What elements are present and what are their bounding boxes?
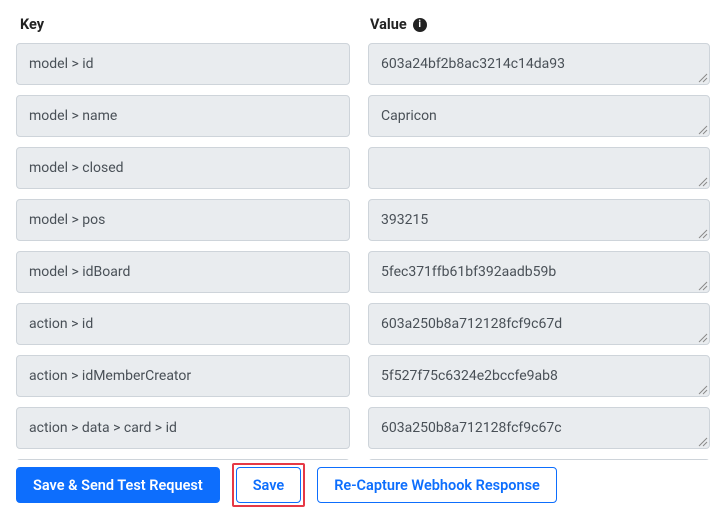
key-cell[interactable]: model > name	[16, 95, 350, 137]
key-cell[interactable]: model > closed	[16, 147, 350, 189]
value-text: 603a250b8a712128fcf9c67c	[381, 420, 562, 436]
value-text: 393215	[381, 212, 428, 228]
key-cell[interactable]: model > pos	[16, 199, 350, 241]
key-cell[interactable]: action > id	[16, 303, 350, 345]
table-row: model > idBoard 5fec371ffb61bf392aadb59b	[16, 251, 710, 293]
table-row: action > id 603a250b8a712128fcf9c67d	[16, 303, 710, 345]
save-button-highlight: Save	[232, 463, 306, 507]
value-text: 5f527f75c6324e2bccfe9ab8	[381, 368, 558, 384]
table-row: model > closed	[16, 147, 710, 189]
key-text: model > id	[29, 56, 94, 72]
value-cell[interactable]: 603a24bf2b8ac3214c14da93	[368, 43, 710, 85]
value-cell[interactable]	[368, 147, 710, 189]
header-key: Key	[20, 16, 370, 33]
key-text: action > data > card > id	[29, 420, 177, 436]
info-icon[interactable]: i	[413, 18, 427, 32]
save-button[interactable]: Save	[236, 467, 302, 503]
value-text: 5fec371ffb61bf392aadb59b	[381, 264, 556, 280]
table-header-row: Key Value i	[16, 16, 710, 43]
resize-grip-icon[interactable]	[698, 437, 708, 447]
resize-grip-icon[interactable]	[698, 385, 708, 395]
resize-grip-icon[interactable]	[698, 333, 708, 343]
value-cell[interactable]: Capricon	[368, 95, 710, 137]
table-row: model > pos 393215	[16, 199, 710, 241]
key-text: action > id	[29, 316, 93, 332]
key-text: model > name	[29, 108, 117, 124]
value-text: Capricon	[381, 108, 437, 124]
key-cell[interactable]: model > id	[16, 43, 350, 85]
footer-bar: Save & Send Test Request Save Re-Capture…	[0, 460, 726, 510]
key-text: model > idBoard	[29, 264, 130, 280]
resize-grip-icon[interactable]	[698, 125, 708, 135]
resize-grip-icon[interactable]	[698, 229, 708, 239]
header-value: Value	[370, 16, 407, 33]
key-text: model > closed	[29, 160, 124, 176]
key-cell[interactable]: action > idMemberCreator	[16, 355, 350, 397]
key-cell[interactable]: model > idBoard	[16, 251, 350, 293]
key-text: model > pos	[29, 212, 105, 228]
table-scroll-area[interactable]: Key Value i model > id 603a24bf2b8ac3214c…	[0, 0, 726, 460]
save-send-test-request-button[interactable]: Save & Send Test Request	[16, 467, 220, 503]
value-cell[interactable]: 393215	[368, 199, 710, 241]
key-cell[interactable]: action > data > card > id	[16, 407, 350, 449]
value-text: 603a24bf2b8ac3214c14da93	[381, 56, 565, 72]
value-cell[interactable]: 5fec371ffb61bf392aadb59b	[368, 251, 710, 293]
value-cell[interactable]: 603a250b8a712128fcf9c67c	[368, 407, 710, 449]
recapture-webhook-response-button[interactable]: Re-Capture Webhook Response	[317, 467, 557, 503]
resize-grip-icon[interactable]	[698, 281, 708, 291]
table-row: model > name Capricon	[16, 95, 710, 137]
table-row: model > id 603a24bf2b8ac3214c14da93	[16, 43, 710, 85]
value-cell[interactable]: 603a250b8a712128fcf9c67d	[368, 303, 710, 345]
resize-grip-icon[interactable]	[698, 177, 708, 187]
table-row: action > idMemberCreator 5f527f75c6324e2b…	[16, 355, 710, 397]
resize-grip-icon[interactable]	[698, 73, 708, 83]
value-text: 603a250b8a712128fcf9c67d	[381, 316, 562, 332]
value-cell[interactable]: 5f527f75c6324e2bccfe9ab8	[368, 355, 710, 397]
key-text: action > idMemberCreator	[29, 368, 191, 384]
table-row: action > data > card > id 603a250b8a71212…	[16, 407, 710, 449]
